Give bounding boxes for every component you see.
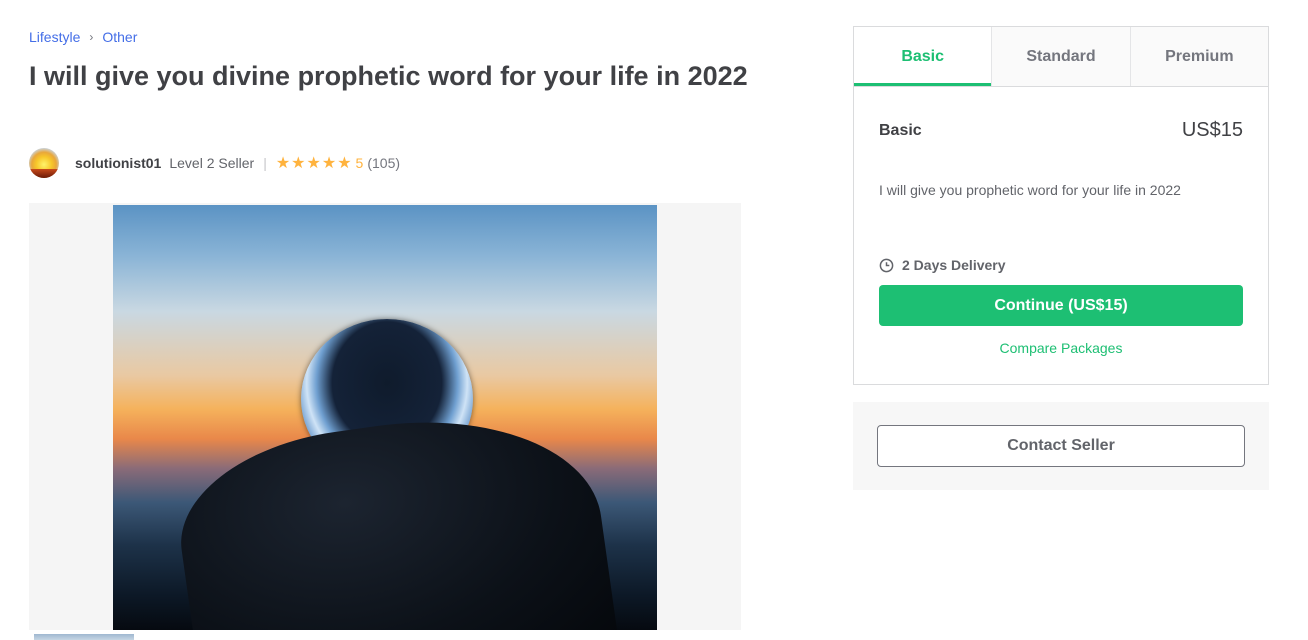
gallery-thumbnail[interactable] [34, 634, 134, 640]
contact-seller-section: Contact Seller [853, 402, 1269, 490]
delivery-time: 2 Days Delivery [902, 257, 1006, 273]
clock-icon [879, 258, 894, 272]
continue-button[interactable]: Continue (US$15) [879, 285, 1243, 326]
seller-username[interactable]: solutionist01 [75, 155, 161, 171]
crystal-ball-image[interactable] [113, 205, 657, 630]
seller-overview: solutionist01 Level 2 Seller | ★★★★★ 5 (… [29, 148, 400, 178]
tab-basic[interactable]: Basic [854, 27, 992, 86]
review-count[interactable]: (105) [367, 155, 400, 171]
package-content: Basic US$15 I will give you prophetic wo… [854, 119, 1268, 356]
gig-title: I will give you divine prophetic word fo… [29, 61, 748, 91]
contact-seller-button[interactable]: Contact Seller [877, 425, 1245, 467]
star-rating-icon: ★★★★★ [275, 155, 353, 172]
breadcrumb: Lifestyle › Other [29, 29, 137, 45]
avatar[interactable] [29, 148, 59, 178]
package-header: Basic US$15 [879, 119, 1243, 142]
compare-packages-link[interactable]: Compare Packages [879, 340, 1243, 356]
breadcrumb-other[interactable]: Other [102, 29, 137, 45]
package-price: US$15 [1181, 119, 1243, 141]
package-tabs: Basic Standard Premium [854, 27, 1268, 87]
breadcrumb-lifestyle[interactable]: Lifestyle [29, 29, 80, 45]
rating-score: 5 [355, 155, 364, 171]
gig-gallery [29, 203, 741, 630]
seller-level: Level 2 Seller [169, 155, 255, 171]
package-card: Basic Standard Premium Basic US$15 I wil… [853, 26, 1269, 385]
delivery-info: 2 Days Delivery [879, 257, 1243, 273]
package-name: Basic [879, 121, 922, 139]
tab-premium[interactable]: Premium [1129, 27, 1268, 86]
tab-standard[interactable]: Standard [991, 27, 1130, 86]
chevron-right-icon: › [89, 30, 94, 44]
package-description: I will give you prophetic word for your … [879, 182, 1181, 198]
divider: | [263, 155, 267, 171]
